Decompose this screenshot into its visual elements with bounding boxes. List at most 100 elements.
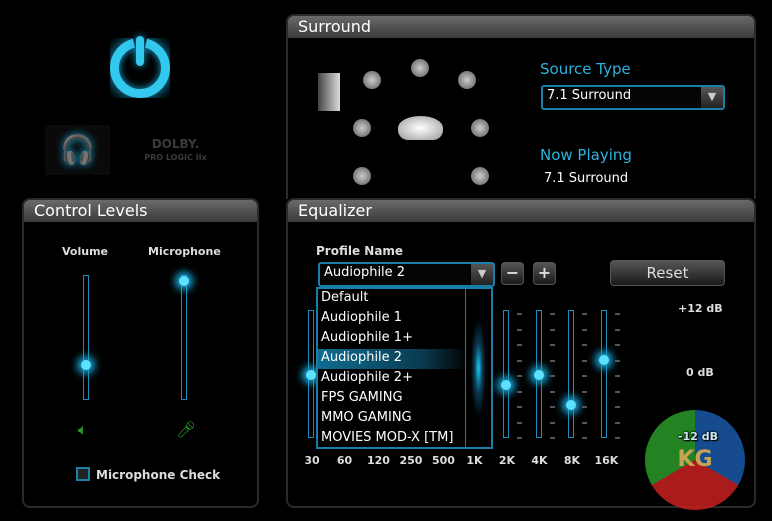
eq-tick [582, 359, 587, 362]
microphone-label: Microphone [148, 245, 221, 258]
eq-tick [582, 437, 587, 439]
eq-tick [549, 406, 555, 408]
eq-tick [614, 390, 620, 393]
profile-option[interactable]: Audiophile 2 [318, 349, 468, 369]
eq-freq-label: 4K [531, 454, 548, 467]
db-mid-label: 0 dB [686, 366, 714, 379]
profile-option[interactable]: Audiophile 1+ [318, 329, 468, 349]
eq-freq-label: 2K [498, 454, 516, 467]
microphone-icon: 🎤︎ [176, 420, 197, 439]
speaker-front-left-icon [363, 71, 381, 89]
headphone-icon: 🎧 [60, 133, 95, 166]
chevron-down-icon: ▼ [471, 264, 493, 285]
eq-tick [582, 406, 587, 408]
profile-select[interactable]: Audiophile 2 ▼ [318, 262, 495, 287]
kg-watermark-logo: KG [645, 410, 745, 510]
eq-tick [549, 390, 555, 393]
eq-tick [582, 421, 587, 424]
speaker-icon: 🔈︎ [78, 420, 88, 439]
eq-slider-8K[interactable] [566, 310, 576, 438]
eq-tick [549, 375, 555, 377]
eq-tick [517, 437, 522, 439]
reset-button[interactable]: Reset [610, 260, 725, 286]
source-type-value: 7.1 Surround [547, 88, 632, 103]
eq-freq-label: 30 [304, 454, 320, 467]
speaker-side-right-icon [471, 119, 489, 137]
profile-option[interactable]: MOVIES MOD-X [TM] [318, 429, 468, 449]
volume-label: Volume [62, 245, 108, 258]
eq-tick [517, 344, 522, 346]
eq-tick [517, 313, 522, 315]
source-type-label: Source Type [540, 60, 631, 78]
db-bottom-label: -12 dB [678, 430, 718, 443]
eq-tick [614, 421, 620, 424]
eq-freq-label: 60 [336, 454, 353, 467]
eq-slider-16K[interactable] [598, 310, 609, 438]
profile-value: Audiophile 2 [324, 265, 406, 280]
profile-option[interactable]: Audiophile 1 [318, 309, 468, 329]
speaker-layout-diagram [313, 51, 523, 196]
eq-freq-label: 8K [563, 454, 581, 467]
eq-freq-label: 120 [367, 454, 390, 467]
microphone-slider[interactable] [179, 275, 189, 400]
profile-option[interactable]: Default [318, 289, 468, 309]
eq-tick [614, 375, 620, 377]
eq-tick [549, 344, 555, 346]
remove-profile-button[interactable]: − [501, 262, 524, 285]
eq-freq-label: 1K [466, 454, 483, 467]
subwoofer-icon [318, 73, 340, 111]
chevron-down-icon: ▼ [701, 87, 723, 108]
eq-slider-knob[interactable] [533, 370, 544, 380]
speaker-rear-right-icon [471, 167, 489, 185]
eq-tick [614, 328, 620, 331]
eq-tick [614, 313, 620, 315]
dolby-pro-logic-logo[interactable]: DOLBY. PRO LOGIC IIx [138, 138, 213, 164]
dolby-headphone-button[interactable]: 🎧 [45, 125, 110, 175]
eq-slider-knob[interactable] [566, 399, 576, 410]
eq-tick [517, 375, 522, 377]
microphone-check-checkbox[interactable] [76, 467, 90, 481]
eq-tick [614, 437, 620, 439]
microphone-check-label: Microphone Check [96, 468, 221, 482]
eq-slider-4K[interactable] [533, 310, 544, 438]
eq-tick [582, 328, 587, 331]
source-type-select[interactable]: 7.1 Surround ▼ [541, 85, 725, 110]
eq-slider-knob[interactable] [501, 379, 511, 390]
profile-dropdown-list[interactable]: Default Audiophile 1 Audiophile 1+ Audiophi… [316, 287, 493, 449]
eq-slider-knob[interactable] [598, 355, 609, 366]
volume-slider-knob[interactable] [81, 359, 91, 370]
eq-tick [517, 359, 522, 362]
eq-tick [549, 421, 555, 424]
eq-tick [614, 406, 620, 408]
eq-tick [614, 344, 620, 346]
speaker-side-left-icon [353, 119, 371, 137]
eq-slider-2K[interactable] [501, 310, 511, 438]
now-playing-label: Now Playing [540, 146, 632, 164]
dropdown-scrollbar[interactable] [465, 289, 491, 447]
profile-option[interactable]: Audiophile 2+ [318, 369, 468, 389]
db-top-label: +12 dB [678, 302, 723, 315]
add-profile-button[interactable]: + [533, 262, 556, 285]
eq-tick [517, 421, 522, 424]
eq-tick [549, 437, 555, 439]
eq-tick [549, 359, 555, 362]
eq-slider-knob[interactable] [306, 370, 316, 380]
control-levels-title: Control Levels [24, 200, 257, 222]
listener-icon [398, 116, 443, 140]
eq-tick [517, 390, 522, 393]
control-levels-panel: Control Levels Volume Microphone 🔈︎ 🎤︎ M… [22, 198, 259, 508]
profile-option[interactable]: MMO GAMING [318, 409, 468, 429]
equalizer-title: Equalizer [288, 200, 754, 222]
surround-panel: Surround Source Type 7.1 Surround ▼ Now P… [286, 14, 756, 199]
eq-tick [517, 406, 522, 408]
now-playing-value: 7.1 Surround [544, 171, 629, 186]
eq-tick [582, 375, 587, 377]
eq-slider-30[interactable] [306, 310, 316, 438]
eq-freq-label: 16K [594, 454, 619, 467]
volume-slider[interactable] [81, 275, 91, 400]
eq-tick [517, 328, 522, 331]
profile-option[interactable]: FPS GAMING [318, 389, 468, 409]
microphone-slider-knob[interactable] [179, 276, 189, 286]
eq-freq-label: 250 [399, 454, 423, 467]
speaker-front-right-icon [458, 71, 476, 89]
